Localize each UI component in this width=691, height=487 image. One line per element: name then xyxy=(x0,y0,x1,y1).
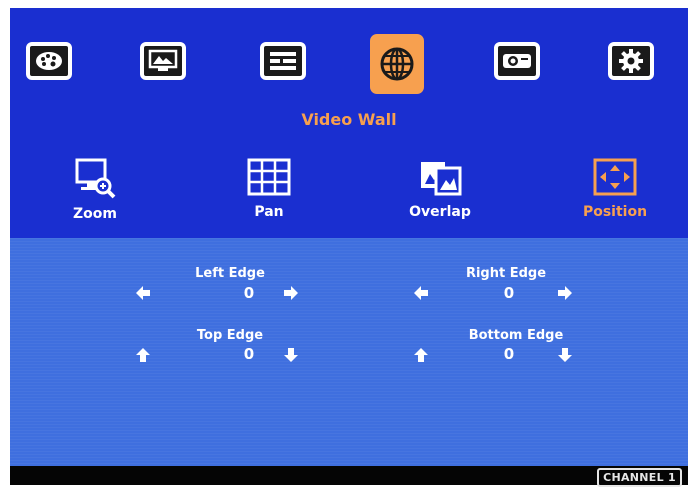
gear-icon xyxy=(619,49,643,73)
top-edge-increase-arrow-icon[interactable] xyxy=(134,346,152,364)
pan-grid-icon xyxy=(247,158,291,196)
bottom-edge-increase-arrow-icon[interactable] xyxy=(412,346,430,364)
left-edge-decrease-arrow-icon[interactable] xyxy=(134,284,152,302)
submenu-label-position: Position xyxy=(582,204,648,220)
submenu-label-zoom: Zoom xyxy=(73,206,117,222)
menu-tile-settings[interactable] xyxy=(608,42,654,80)
status-bar: CHANNEL 1 xyxy=(10,466,688,487)
section-title: Video Wall xyxy=(301,110,397,129)
submenu-label-overlap: Overlap xyxy=(409,204,471,220)
submenu-item-overlap[interactable]: Overlap xyxy=(395,158,485,220)
bottom-edge-value[interactable]: 0 xyxy=(494,345,524,363)
top-edge-value[interactable]: 0 xyxy=(234,345,264,363)
right-edge-label: Right Edge xyxy=(465,266,547,281)
channel-badge: CHANNEL 1 xyxy=(597,468,682,487)
top-edge-label: Top Edge xyxy=(196,328,264,343)
left-edge-increase-arrow-icon[interactable] xyxy=(282,284,300,302)
right-edge-decrease-arrow-icon[interactable] xyxy=(412,284,430,302)
projector-icon xyxy=(503,54,531,68)
submenu-label-pan: Pan xyxy=(254,204,284,220)
menu-tile-projector[interactable] xyxy=(494,42,540,80)
osd-screen: Video Wall Zoom Pan Overlap Position Lef… xyxy=(10,8,688,487)
position-settings-panel: Left Edge 0 Right Edge 0 Top Edge 0 Bott… xyxy=(10,238,688,466)
menu-tile-video-wall[interactable] xyxy=(370,34,424,94)
menu-panel: Video Wall Zoom Pan Overlap Position xyxy=(10,8,688,238)
bottom-edge-label: Bottom Edge xyxy=(468,328,564,343)
submenu-item-pan[interactable]: Pan xyxy=(224,158,314,220)
top-edge-decrease-arrow-icon[interactable] xyxy=(282,346,300,364)
globe-icon xyxy=(380,47,414,81)
menu-tile-layout[interactable] xyxy=(260,42,306,80)
zoom-icon xyxy=(75,158,116,199)
overlap-icon xyxy=(421,162,462,196)
left-edge-value[interactable]: 0 xyxy=(234,284,264,302)
right-edge-value[interactable]: 0 xyxy=(494,284,524,302)
left-edge-label: Left Edge xyxy=(195,266,265,281)
bottom-edge-decrease-arrow-icon[interactable] xyxy=(556,346,574,364)
submenu-item-zoom[interactable]: Zoom xyxy=(50,158,140,222)
submenu-item-position[interactable]: Position xyxy=(570,158,660,220)
right-edge-increase-arrow-icon[interactable] xyxy=(556,284,574,302)
picture-icon xyxy=(148,49,178,71)
position-icon xyxy=(593,158,637,196)
menu-tile-picture[interactable] xyxy=(140,42,186,80)
palette-icon xyxy=(36,52,62,70)
layout-icon xyxy=(270,52,296,70)
menu-tile-palette[interactable] xyxy=(26,42,72,80)
